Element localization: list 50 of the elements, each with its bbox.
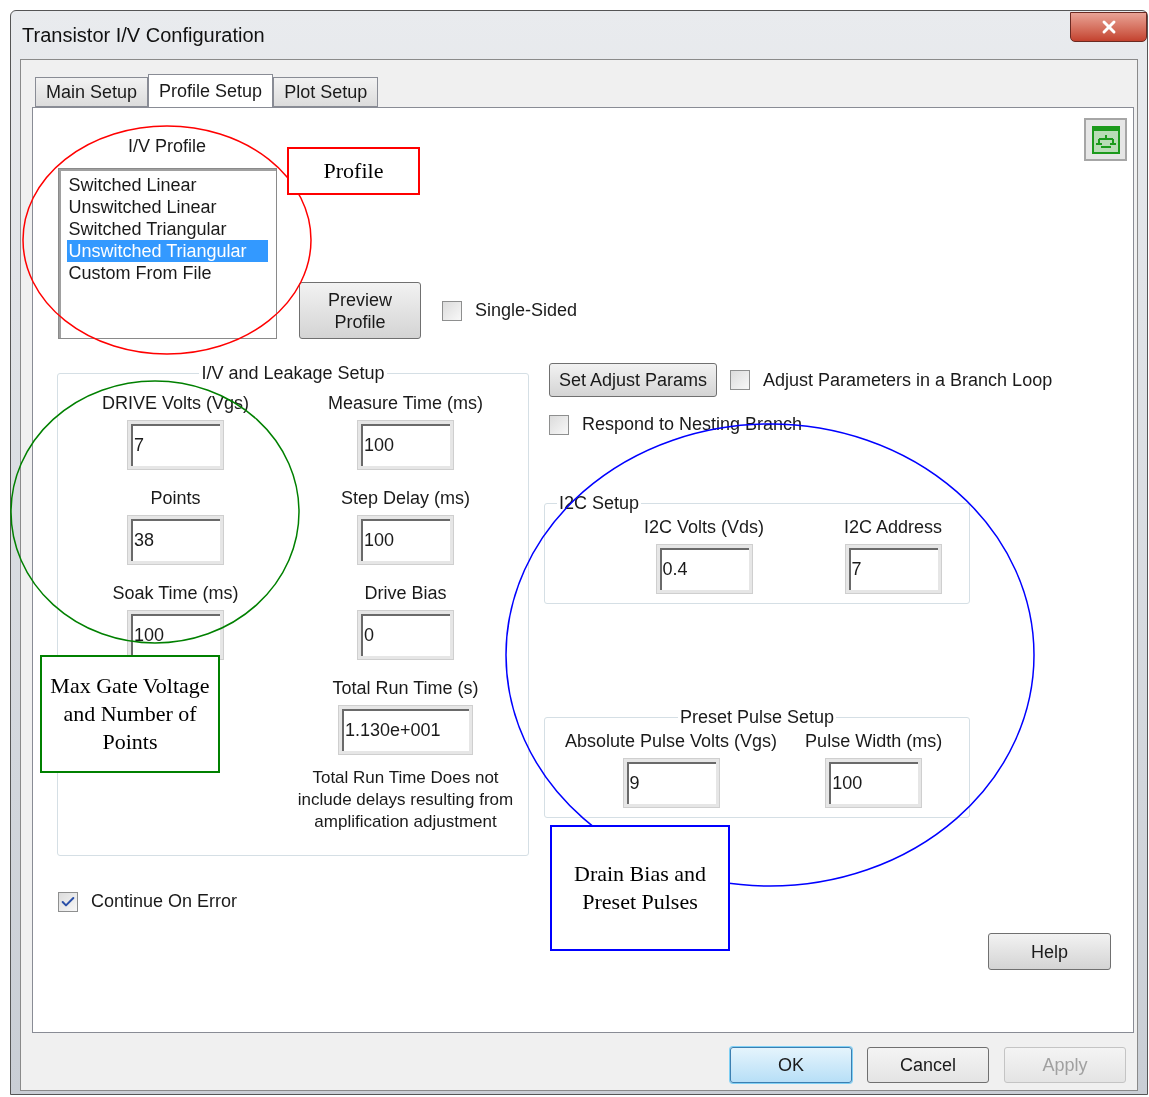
tab[interactable]: Profile Setup: [148, 74, 274, 107]
list-item[interactable]: Switched Linear: [66, 174, 268, 196]
checkbox[interactable]: [549, 414, 569, 435]
close-button[interactable]: [1070, 12, 1147, 42]
tab[interactable]: Plot Setup: [273, 77, 379, 107]
dialog-button[interactable]: Cancel: [867, 1047, 989, 1083]
field-label: Soak Time (ms): [112, 582, 239, 605]
input-field[interactable]: 7: [845, 545, 941, 593]
field-label: I2C Address: [844, 516, 943, 539]
checkbox[interactable]: [730, 370, 750, 390]
input-field[interactable]: 100: [826, 759, 922, 807]
tab[interactable]: Main Setup: [35, 77, 149, 107]
group-label: I/V Profile: [128, 135, 206, 158]
checkbox-label: Adjust Parameters in a Branch Loop: [763, 368, 1053, 392]
input-field[interactable]: 1.130e+001: [339, 706, 472, 754]
field-label: Points: [150, 487, 201, 510]
profile-list[interactable]: Switched Linear Unswitched Linear Switched Triangular Unswitched Triangular Custom From File: [57, 168, 277, 339]
field-label: Pulse Width (ms): [805, 730, 943, 753]
list-item[interactable]: Switched Triangular: [66, 218, 268, 240]
checkbox[interactable]: [442, 300, 462, 321]
field-label: Drive Bias: [364, 582, 447, 605]
network-icon[interactable]: [1084, 118, 1127, 161]
input-field[interactable]: 100: [358, 421, 453, 469]
set-adjust-button[interactable]: Set Adjust Params: [549, 363, 717, 397]
annotation-callout: Max Gate Voltage and Number of Points: [40, 655, 220, 773]
annotation-callout: Drain Bias and Preset Pulses: [550, 825, 730, 951]
input-field[interactable]: 9: [623, 759, 719, 807]
group-title: Preset Pulse Setup: [678, 706, 836, 729]
checkbox[interactable]: [58, 891, 78, 912]
input-field[interactable]: 100: [358, 516, 453, 564]
list-item[interactable]: Unswitched Linear: [66, 196, 268, 218]
window-title: Transistor I/V Configuration: [22, 23, 265, 48]
checkbox-label: Continue On Error: [91, 890, 238, 913]
field-label: Measure Time (ms): [328, 392, 483, 415]
input-field[interactable]: 7: [128, 421, 223, 469]
input-field[interactable]: 0.4: [656, 545, 752, 593]
note-text: Total Run Time Does not include delays resulting from amplification adjustment: [296, 767, 515, 833]
annotation-callout: Profile: [287, 147, 420, 195]
input-field[interactable]: 0: [358, 611, 453, 659]
help-button[interactable]: Help: [988, 933, 1111, 970]
field-label: Total Run Time (s): [332, 677, 479, 700]
preview-button[interactable]: Preview Profile: [299, 282, 421, 339]
list-item[interactable]: Custom From File: [66, 262, 268, 284]
checkbox-label: Single-Sided: [475, 299, 578, 322]
field-label: Step Delay (ms): [340, 487, 470, 510]
dialog-button[interactable]: OK: [730, 1047, 852, 1083]
group-title: I/V and Leakage Setup: [200, 362, 386, 385]
field-label: I2C Volts (Vds): [644, 516, 765, 539]
input-field[interactable]: 38: [128, 516, 223, 564]
field-label: Absolute Pulse Volts (Vgs): [565, 730, 778, 753]
